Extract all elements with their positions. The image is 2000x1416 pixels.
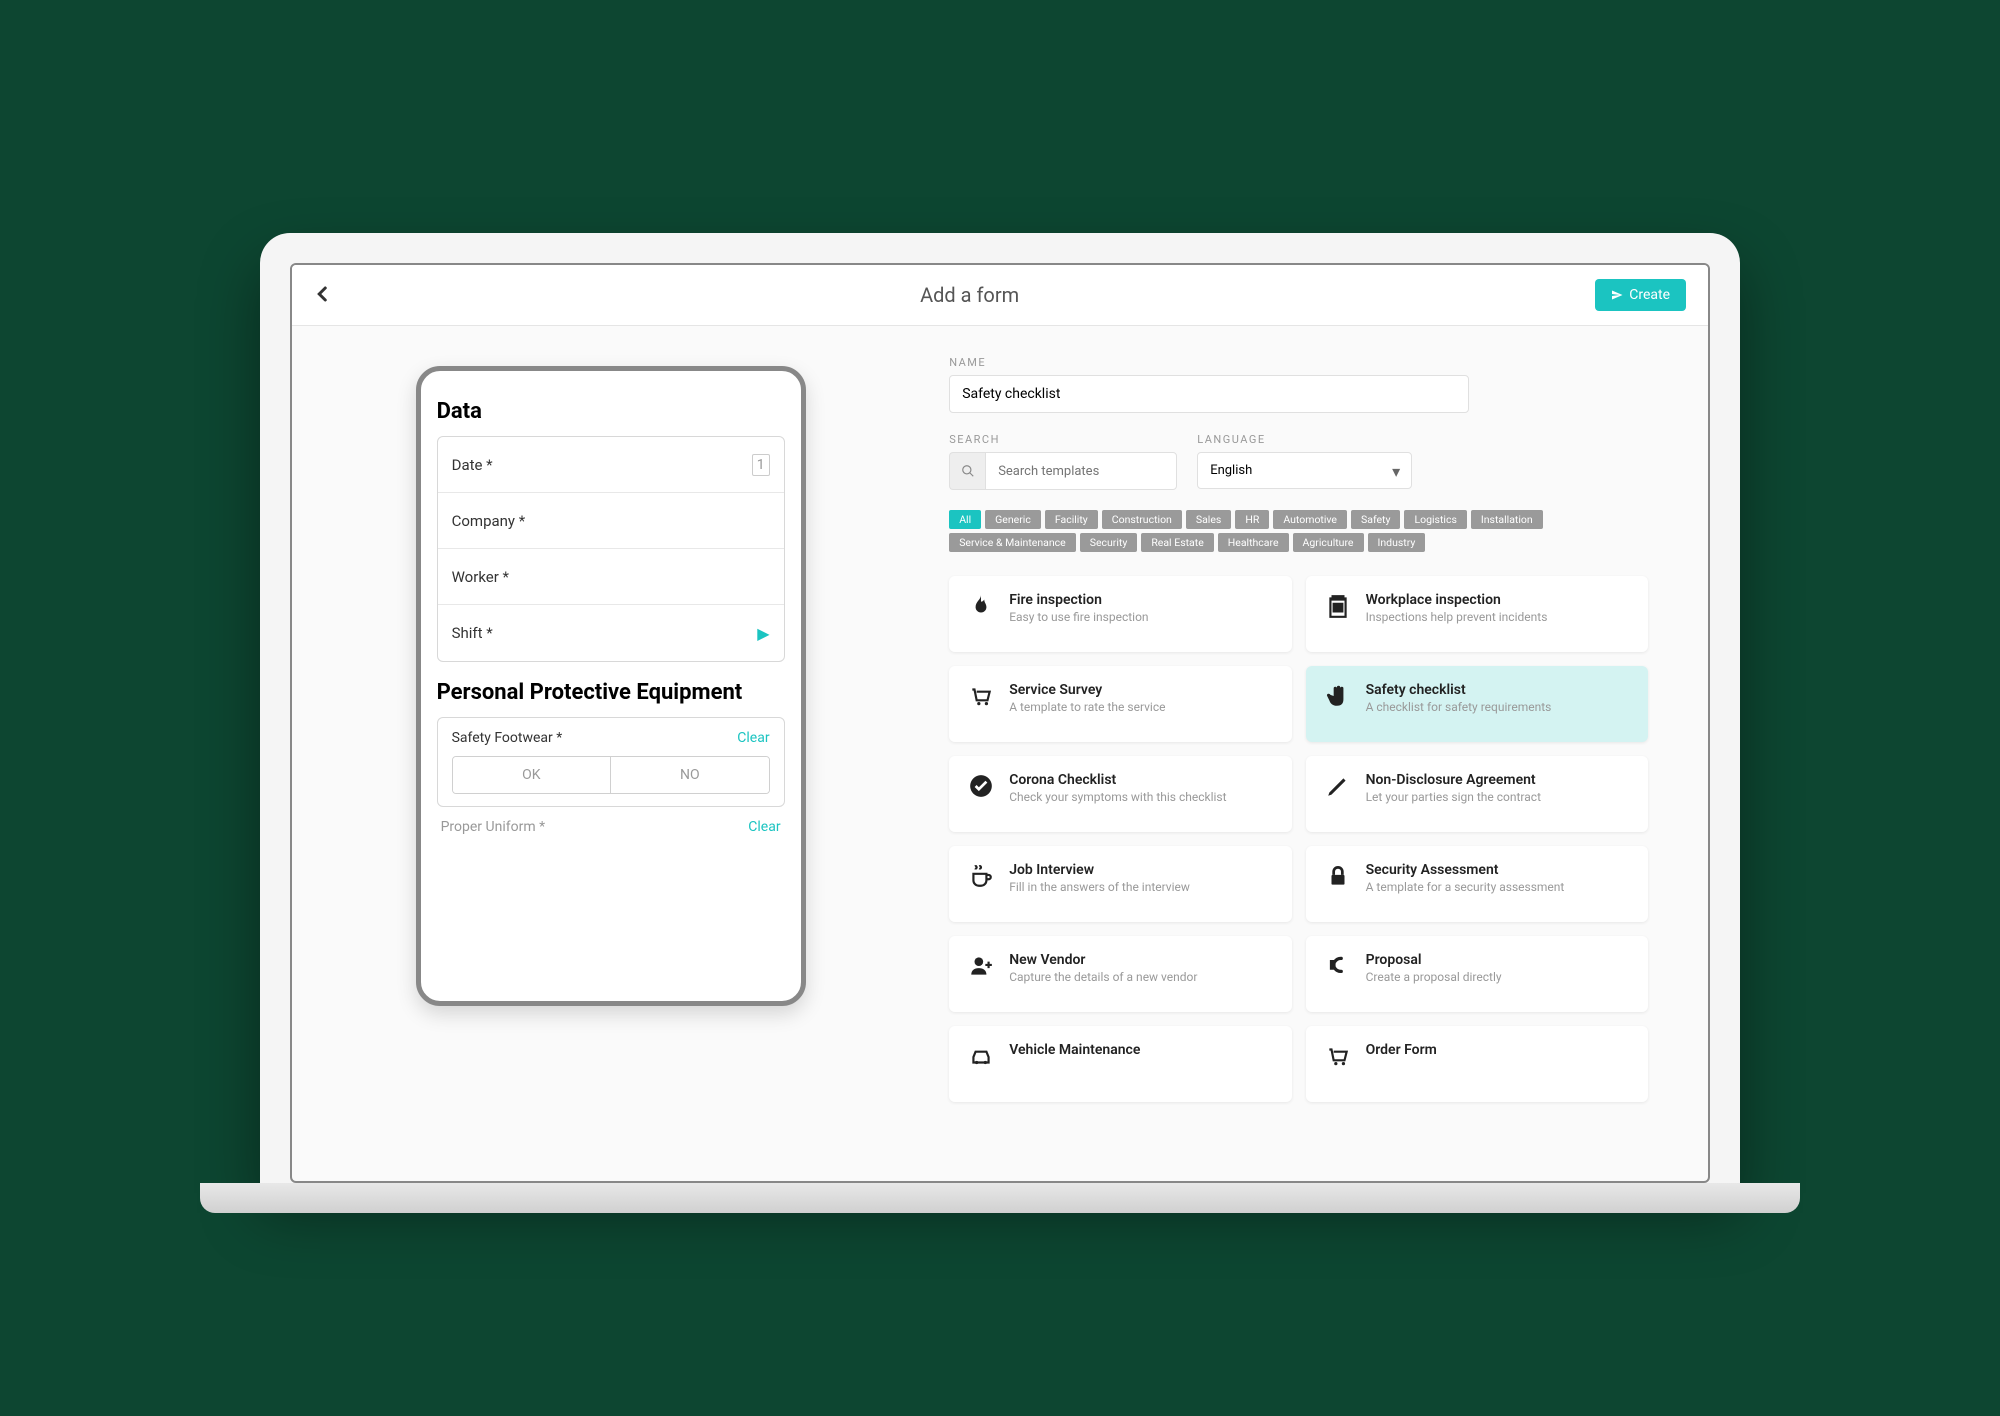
tag-agriculture[interactable]: Agriculture xyxy=(1293,533,1364,552)
userplus-icon xyxy=(967,952,995,980)
template-card-fire-inspection[interactable]: Fire inspectionEasy to use fire inspecti… xyxy=(949,576,1291,652)
section-title-data: Data xyxy=(437,399,785,424)
section-title-ppe: Personal Protective Equipment xyxy=(437,680,785,705)
tag-hr[interactable]: HR xyxy=(1235,510,1269,529)
calendar-icon: 1 xyxy=(752,454,770,476)
phone-preview: Data Date * 1 Company * Worker * Shift *… xyxy=(416,366,806,1006)
cart2-icon xyxy=(1324,1042,1352,1070)
template-grid: Fire inspectionEasy to use fire inspecti… xyxy=(949,576,1648,1102)
template-card-proposal[interactable]: ProposalCreate a proposal directly xyxy=(1306,936,1648,1012)
lock-icon xyxy=(1324,862,1352,890)
clear-link[interactable]: Clear xyxy=(748,819,780,835)
search-input[interactable] xyxy=(985,452,1177,490)
fire-icon xyxy=(967,592,995,620)
tag-facility[interactable]: Facility xyxy=(1045,510,1098,529)
ppe-footwear: Safety Footwear * Clear OK NO xyxy=(437,717,785,807)
tag-sales[interactable]: Sales xyxy=(1186,510,1232,529)
page-title: Add a form xyxy=(344,283,1595,307)
euro-icon xyxy=(1324,952,1352,980)
create-button-label: Create xyxy=(1629,287,1670,303)
tag-all[interactable]: All xyxy=(949,510,981,529)
hand-icon xyxy=(1324,682,1352,710)
preview-pane: Data Date * 1 Company * Worker * Shift *… xyxy=(292,326,929,1181)
data-fields: Date * 1 Company * Worker * Shift * ▶ xyxy=(437,436,785,662)
name-label: NAME xyxy=(949,356,1648,369)
clipboard-icon xyxy=(1324,592,1352,620)
topbar: Add a form Create xyxy=(292,265,1708,326)
template-card-vehicle-maintenance[interactable]: Vehicle Maintenance xyxy=(949,1026,1291,1102)
template-card-corona-checklist[interactable]: Corona ChecklistCheck your symptoms with… xyxy=(949,756,1291,832)
tag-security[interactable]: Security xyxy=(1080,533,1138,552)
tag-installation[interactable]: Installation xyxy=(1471,510,1543,529)
language-select[interactable] xyxy=(1197,452,1412,489)
tag-filter: AllGenericFacilityConstructionSalesHRAut… xyxy=(949,510,1648,552)
tag-real-estate[interactable]: Real Estate xyxy=(1141,533,1213,552)
search-label: SEARCH xyxy=(949,433,1177,446)
template-card-service-survey[interactable]: Service SurveyA template to rate the ser… xyxy=(949,666,1291,742)
tag-automotive[interactable]: Automotive xyxy=(1273,510,1347,529)
tag-industry[interactable]: Industry xyxy=(1368,533,1426,552)
field-company[interactable]: Company * xyxy=(438,493,784,549)
tag-generic[interactable]: Generic xyxy=(985,510,1041,529)
segment-no[interactable]: NO xyxy=(611,757,769,793)
coffee-icon xyxy=(967,862,995,890)
play-icon: ▶ xyxy=(757,624,769,643)
template-card-workplace-inspection[interactable]: Workplace inspectionInspections help pre… xyxy=(1306,576,1648,652)
back-button[interactable] xyxy=(314,281,344,309)
search-icon xyxy=(949,452,985,490)
cart-icon xyxy=(967,682,995,710)
tag-logistics[interactable]: Logistics xyxy=(1404,510,1466,529)
field-date[interactable]: Date * 1 xyxy=(438,437,784,493)
language-label: LANGUAGE xyxy=(1197,433,1412,446)
template-card-security-assessment[interactable]: Security AssessmentA template for a secu… xyxy=(1306,846,1648,922)
template-card-new-vendor[interactable]: New VendorCapture the details of a new v… xyxy=(949,936,1291,1012)
template-card-non-disclosure-agreement[interactable]: Non-Disclosure AgreementLet your parties… xyxy=(1306,756,1648,832)
pencil-icon xyxy=(1324,772,1352,800)
tag-safety[interactable]: Safety xyxy=(1351,510,1400,529)
field-worker[interactable]: Worker * xyxy=(438,549,784,605)
segmented-control: OK NO xyxy=(452,756,770,794)
tag-service-maintenance[interactable]: Service & Maintenance xyxy=(949,533,1076,552)
segment-ok[interactable]: OK xyxy=(453,757,612,793)
tag-construction[interactable]: Construction xyxy=(1102,510,1182,529)
create-button[interactable]: Create xyxy=(1595,279,1686,311)
template-card-order-form[interactable]: Order Form xyxy=(1306,1026,1648,1102)
car-icon xyxy=(967,1042,995,1070)
tag-healthcare[interactable]: Healthcare xyxy=(1218,533,1289,552)
template-card-job-interview[interactable]: Job InterviewFill in the answers of the … xyxy=(949,846,1291,922)
name-input[interactable] xyxy=(949,375,1469,413)
check-icon xyxy=(967,772,995,800)
clear-link[interactable]: Clear xyxy=(737,730,769,746)
field-shift[interactable]: Shift * ▶ xyxy=(438,605,784,661)
template-card-safety-checklist[interactable]: Safety checklistA checklist for safety r… xyxy=(1306,666,1648,742)
chevron-left-icon xyxy=(314,285,332,303)
send-icon xyxy=(1611,289,1623,301)
form-config: NAME SEARCH LANGUAGE AllGenericFacilityC… xyxy=(929,326,1708,1181)
